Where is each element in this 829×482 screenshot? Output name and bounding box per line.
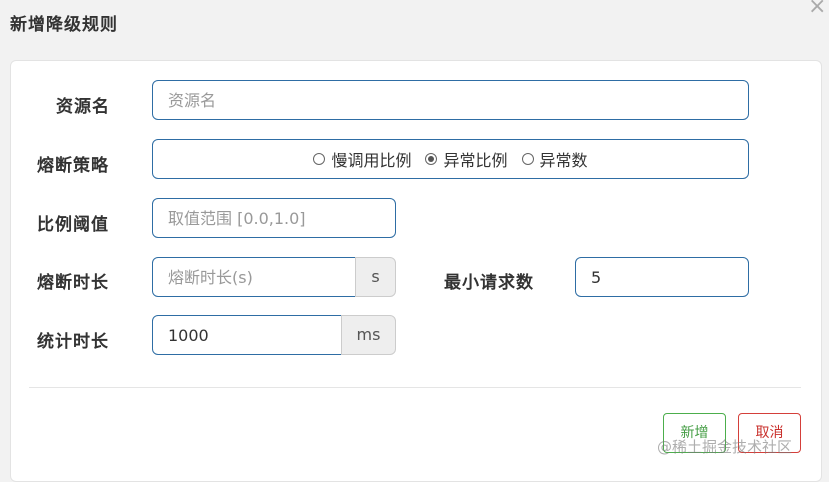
resource-name-input[interactable]: [152, 80, 749, 120]
ratio-threshold-input[interactable]: [152, 198, 396, 238]
add-button[interactable]: 新增: [663, 413, 726, 453]
strategy-radio-group: 慢调用比例 异常比例 异常数: [152, 139, 749, 179]
strategy-option-slow-ratio[interactable]: 慢调用比例: [313, 147, 411, 171]
strategy-option-error-ratio[interactable]: 异常比例: [425, 147, 508, 171]
strategy-option-label: 异常数: [539, 151, 588, 170]
resource-name-label: 资源名: [56, 97, 110, 117]
cancel-button[interactable]: 取消: [738, 413, 801, 453]
ratio-threshold-label: 比例阈值: [37, 215, 109, 235]
stat-duration-unit: ms: [341, 315, 396, 355]
strategy-option-label: 异常比例: [443, 151, 508, 170]
stat-duration-label: 统计时长: [37, 332, 109, 352]
min-requests-input[interactable]: [575, 257, 749, 297]
strategy-option-label: 慢调用比例: [331, 151, 412, 170]
radio-error-ratio[interactable]: [425, 153, 438, 165]
radio-error-count[interactable]: [521, 153, 534, 165]
strategy-label: 熔断策略: [37, 156, 109, 176]
dialog-title: 新增降级规则: [10, 15, 118, 35]
break-duration-input[interactable]: [152, 257, 356, 297]
close-icon[interactable]: ×: [808, 0, 826, 18]
break-duration-unit: s: [355, 257, 396, 297]
stat-duration-input[interactable]: [152, 315, 342, 355]
break-duration-label: 熔断时长: [37, 273, 109, 293]
min-requests-label: 最小请求数: [444, 273, 534, 293]
footer-divider: [29, 387, 801, 388]
radio-slow-ratio[interactable]: [313, 153, 326, 165]
strategy-option-error-count[interactable]: 异常数: [521, 147, 588, 171]
